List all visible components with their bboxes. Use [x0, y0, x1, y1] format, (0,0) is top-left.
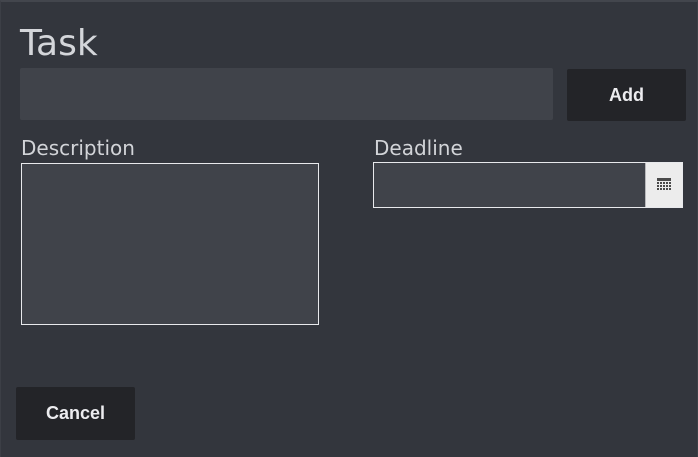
deadline-input[interactable] — [374, 163, 645, 207]
deadline-date-picker — [373, 162, 683, 208]
task-input[interactable] — [20, 68, 553, 120]
calendar-icon — [657, 176, 671, 195]
task-dialog: Task Add Description Deadline Cancel — [0, 0, 698, 457]
cancel-button[interactable]: Cancel — [16, 387, 135, 440]
add-button[interactable]: Add — [567, 69, 686, 121]
deadline-label: Deadline — [374, 136, 463, 160]
description-label: Description — [21, 136, 135, 160]
page-title: Task — [20, 23, 98, 64]
description-textarea[interactable] — [21, 163, 319, 325]
calendar-button[interactable] — [645, 163, 682, 207]
